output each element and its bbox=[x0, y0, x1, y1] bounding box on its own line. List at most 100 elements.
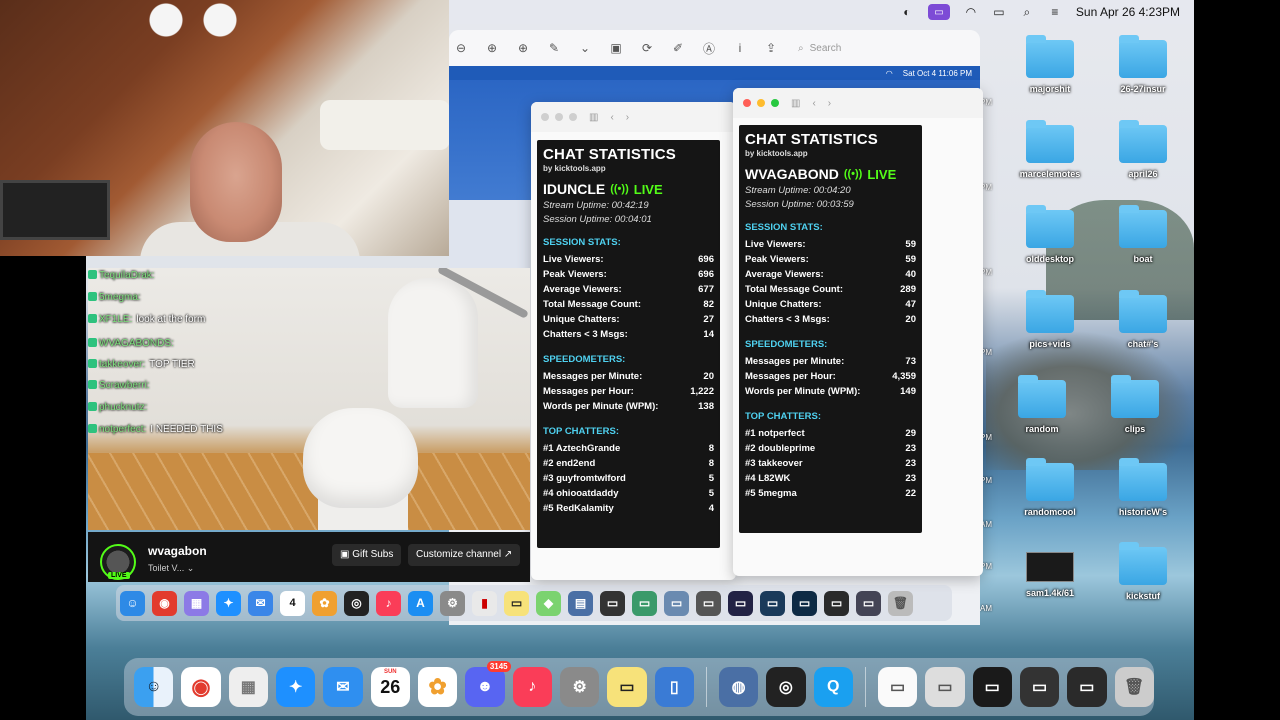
desktop-folder[interactable]: chat#'s bbox=[1098, 290, 1188, 349]
desktop-folder[interactable]: historicW's bbox=[1098, 458, 1188, 517]
share-icon[interactable]: ⇪ bbox=[763, 40, 779, 56]
app-icon[interactable]: ▤ bbox=[568, 590, 593, 616]
trash-icon[interactable]: 🗑 bbox=[1114, 667, 1154, 707]
window-thumb-icon[interactable]: ▭ bbox=[632, 590, 657, 616]
channel-name[interactable]: wvagabon bbox=[148, 544, 207, 558]
crop-icon[interactable]: ▣ bbox=[608, 40, 624, 56]
window-thumb-icon[interactable]: ▭ bbox=[877, 667, 918, 707]
window-thumb-icon[interactable]: ▭ bbox=[792, 590, 817, 616]
annotate-icon[interactable]: Ⓐ bbox=[701, 40, 717, 56]
desktop-folder[interactable]: april26 bbox=[1098, 120, 1188, 179]
notes-icon[interactable]: ▭ bbox=[607, 667, 647, 707]
zoom-button[interactable] bbox=[771, 99, 779, 107]
window-thumb-icon[interactable]: ▭ bbox=[728, 590, 753, 616]
battery-icon[interactable]: ▭ bbox=[992, 5, 1006, 19]
window-thumb-icon[interactable]: ▭ bbox=[760, 590, 785, 616]
mail-icon[interactable]: ✉ bbox=[248, 590, 273, 616]
back-icon[interactable]: ‹ bbox=[610, 112, 613, 123]
gift-subs-button[interactable]: ▣ Gift Subs bbox=[332, 544, 402, 566]
stat-value: 1,222 bbox=[690, 386, 714, 397]
obs-icon[interactable]: ◎ bbox=[766, 667, 806, 707]
window-thumb-icon[interactable]: ▭ bbox=[824, 590, 849, 616]
zoom-out-icon[interactable]: ⊖ bbox=[453, 40, 469, 56]
window-thumb-icon[interactable]: ▭ bbox=[664, 590, 689, 616]
stream-video[interactable] bbox=[88, 268, 530, 530]
info-icon[interactable]: i bbox=[732, 40, 748, 56]
wifi-icon[interactable]: ◠ bbox=[964, 5, 978, 19]
close-button[interactable] bbox=[743, 99, 751, 107]
window-thumb-icon[interactable]: ▭ bbox=[1067, 667, 1107, 707]
launchpad-icon[interactable]: ▦ bbox=[228, 667, 268, 707]
app-icon[interactable]: ▮ bbox=[472, 590, 497, 616]
desktop-file[interactable]: sam1.4k/61 bbox=[1005, 552, 1095, 598]
calendar-icon[interactable]: SUN 26 bbox=[370, 667, 410, 707]
zoom-in-icon[interactable]: ⊕ bbox=[484, 40, 500, 56]
quicktime-icon[interactable]: Q bbox=[813, 667, 853, 707]
notes-icon[interactable]: ▭ bbox=[504, 590, 529, 616]
desktop-folder[interactable]: olddesktop bbox=[1005, 205, 1095, 264]
desktop-folder[interactable]: marcelemotes bbox=[1005, 120, 1095, 179]
window-thumb-icon[interactable]: ▭ bbox=[856, 590, 881, 616]
photos-icon[interactable]: ✿ bbox=[417, 667, 458, 707]
markup-icon[interactable]: ✐ bbox=[670, 40, 686, 56]
customize-channel-button[interactable]: Customize channel ↗ bbox=[408, 544, 521, 566]
desktop-folder[interactable]: kickstuf bbox=[1098, 542, 1188, 601]
window-thumb-icon[interactable]: ▭ bbox=[696, 590, 721, 616]
calendar-icon[interactable]: 4 bbox=[280, 590, 305, 616]
obs-icon[interactable]: ◎ bbox=[344, 590, 369, 616]
rotate-icon[interactable]: ⟳ bbox=[639, 40, 655, 56]
desktop-folder[interactable]: pics+vids bbox=[1005, 290, 1095, 349]
broadcast-icon: ((•)) bbox=[610, 183, 629, 195]
window-thumb-icon[interactable]: ▭ bbox=[925, 667, 965, 707]
trash-icon[interactable]: 🗑 bbox=[888, 590, 913, 616]
zoom-fit-icon[interactable]: ⊕ bbox=[515, 40, 531, 56]
desktop-folder[interactable]: 26-27insur bbox=[1098, 35, 1188, 94]
chrome-icon[interactable]: ◉ bbox=[152, 590, 177, 616]
finder-icon[interactable]: ☺ bbox=[120, 590, 145, 616]
forward-icon[interactable]: › bbox=[626, 112, 629, 123]
window-thumb-icon[interactable]: ▭ bbox=[1019, 667, 1060, 707]
stream-category[interactable]: Toilet V... ⌄ bbox=[148, 563, 194, 574]
music-icon[interactable]: ♪ bbox=[512, 667, 552, 707]
app-icon[interactable]: ◍ bbox=[718, 667, 759, 707]
stat-row: Total Message Count: 82 bbox=[543, 297, 714, 312]
desktop-folder[interactable]: majorshit bbox=[1005, 35, 1095, 94]
window-thumb-icon[interactable]: ▭ bbox=[972, 667, 1012, 707]
screen-share-icon[interactable]: ▭ bbox=[927, 4, 950, 20]
finder-icon[interactable]: ☺ bbox=[134, 667, 174, 707]
search-icon[interactable]: ⌕ bbox=[1020, 5, 1034, 19]
sidebar-icon[interactable]: ▥ bbox=[589, 112, 598, 123]
chrome-icon[interactable]: ◉ bbox=[181, 667, 221, 707]
sidebar-icon[interactable]: ▥ bbox=[791, 98, 800, 109]
photos-icon[interactable]: ✿ bbox=[312, 590, 337, 616]
desktop-folder[interactable]: clips bbox=[1090, 375, 1180, 434]
settings-icon[interactable]: ⚙ bbox=[440, 590, 465, 616]
browser-search[interactable]: ⌕ Search bbox=[798, 43, 841, 54]
minimize-button[interactable] bbox=[555, 113, 563, 121]
pen-icon[interactable]: ✎ bbox=[546, 40, 562, 56]
chevron-down-icon[interactable]: ⌄ bbox=[577, 40, 593, 56]
mail-icon[interactable]: ✉ bbox=[323, 667, 363, 707]
menu-bar-clock[interactable]: Sun Apr 26 4:23PM bbox=[1076, 5, 1180, 19]
minimize-button[interactable] bbox=[757, 99, 765, 107]
desktop-folder[interactable]: randomcool bbox=[1005, 458, 1095, 517]
music-icon[interactable]: ♪ bbox=[376, 590, 401, 616]
desktop-folder[interactable]: boat bbox=[1098, 205, 1188, 264]
safari-icon[interactable]: ✦ bbox=[216, 590, 241, 616]
stat-value: 47 bbox=[905, 299, 916, 310]
app-store-icon[interactable]: A bbox=[408, 590, 433, 616]
desktop-folder[interactable]: random bbox=[997, 375, 1087, 434]
window-thumb-icon[interactable]: ▭ bbox=[600, 590, 625, 616]
forward-icon[interactable]: › bbox=[828, 98, 831, 109]
discord-icon[interactable]: ☻ 3145 bbox=[465, 661, 511, 707]
settings-icon[interactable]: ⚙ bbox=[559, 667, 600, 707]
back-icon[interactable]: ‹ bbox=[812, 98, 815, 109]
zoom-button[interactable] bbox=[569, 113, 577, 121]
safari-icon[interactable]: ✦ bbox=[275, 667, 316, 707]
shield-icon[interactable]: ◐ bbox=[900, 5, 914, 19]
close-button[interactable] bbox=[541, 113, 549, 121]
launchpad-icon[interactable]: ▦ bbox=[184, 590, 209, 616]
control-center-icon[interactable]: ≡ bbox=[1048, 5, 1062, 19]
app-icon[interactable]: ◆ bbox=[536, 590, 561, 616]
app-icon[interactable]: ▯ bbox=[654, 667, 694, 707]
